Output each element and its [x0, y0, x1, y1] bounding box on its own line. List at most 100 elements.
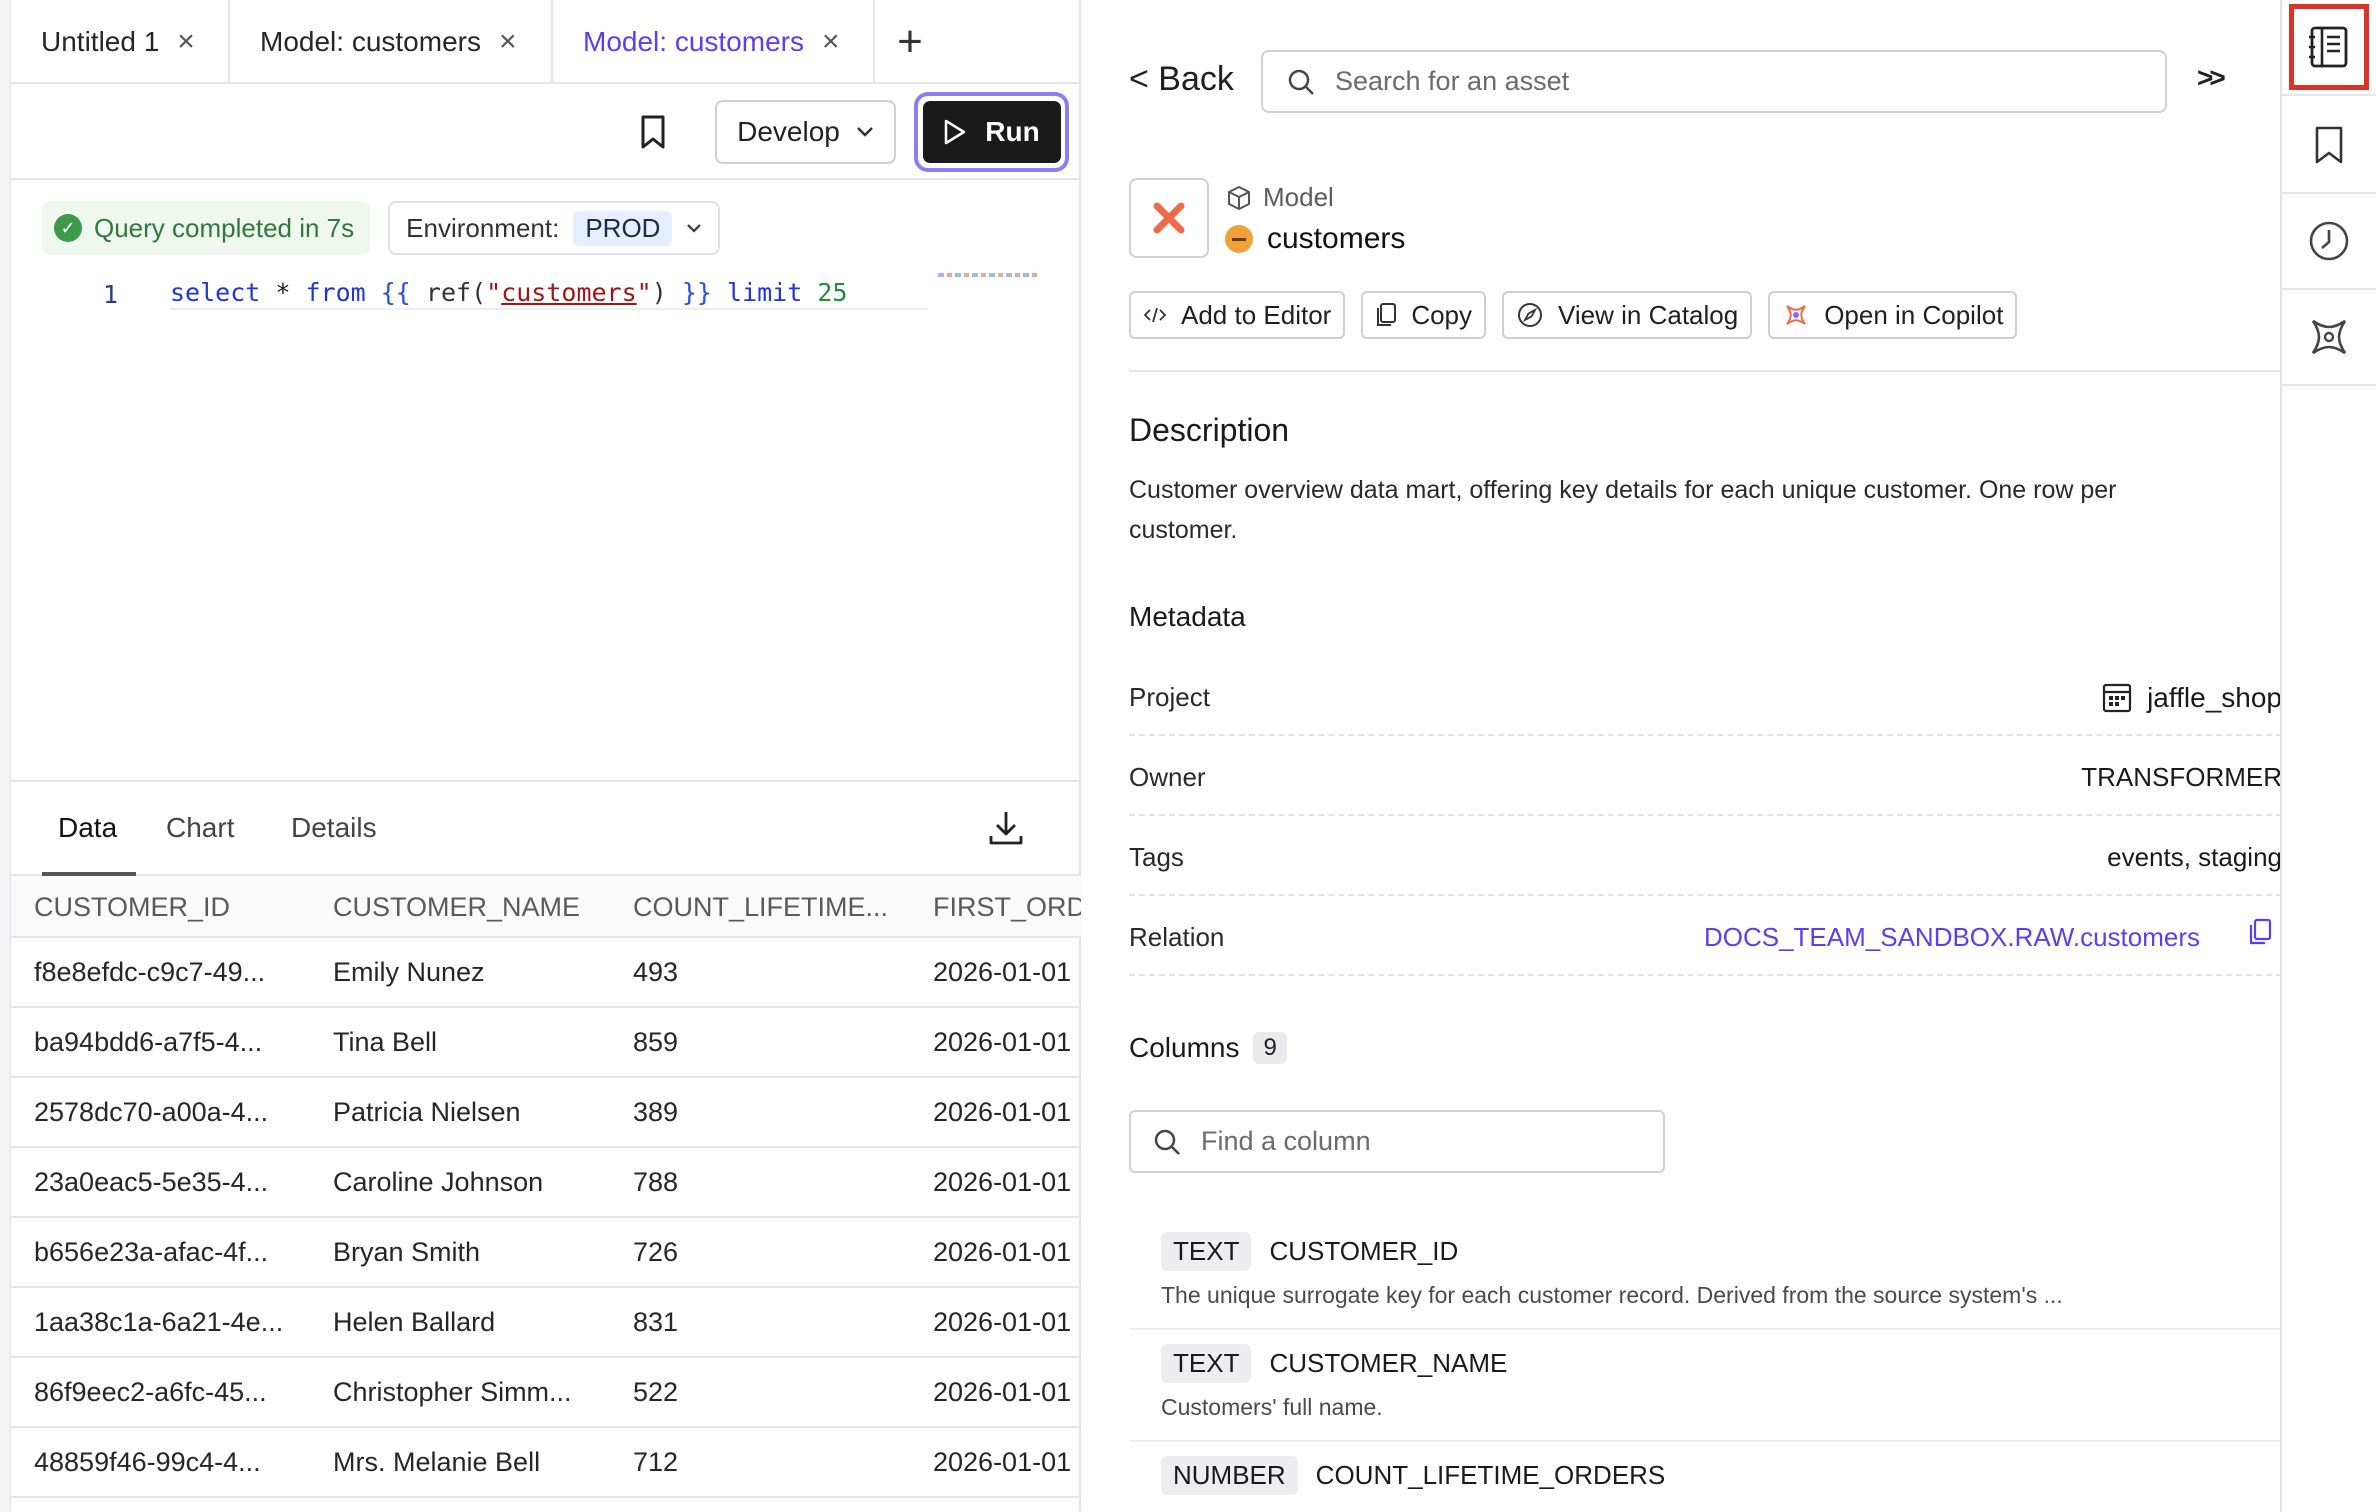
- table-row[interactable]: 2578dc70-a00a-4... Patricia Nielsen 389 …: [11, 1078, 1081, 1148]
- table-cell: 2026-01-01: [933, 1447, 1072, 1477]
- table-cell: Tina Bell: [333, 1027, 438, 1057]
- open-in-copilot-button[interactable]: Open in Copilot: [1768, 291, 2018, 339]
- code-icon: [1143, 307, 1167, 323]
- copy-button[interactable]: Copy: [1361, 291, 1487, 339]
- table-cell: ba94bdd6-a7f5-4...: [34, 1027, 263, 1057]
- close-icon[interactable]: ×: [177, 27, 195, 57]
- table-row[interactable]: f8e8efdc-c9c7-49... Emily Nunez 493 2026…: [11, 938, 1081, 1008]
- environment-label: Environment:: [406, 212, 560, 243]
- bookmark-icon: [641, 115, 665, 149]
- column-search-input[interactable]: Find a column: [1129, 1110, 1665, 1173]
- table-cell: 788: [633, 1167, 679, 1197]
- table-cell: b656e23a-afac-4f...: [34, 1237, 269, 1267]
- tab-model-customers[interactable]: Model: customers ×: [230, 0, 553, 84]
- history-panel-button[interactable]: [2282, 194, 2376, 290]
- add-tab-button[interactable]: +: [875, 0, 945, 84]
- table-cell: 2026-01-01: [933, 1167, 1072, 1197]
- relation-link[interactable]: DOCS_TEAM_SANDBOX.RAW.customers: [1704, 922, 2200, 953]
- table-cell: Christopher Simm...: [333, 1377, 572, 1407]
- metadata-row-project: Project jaffle_shop: [1129, 656, 2282, 736]
- table-row[interactable]: 1aa38c1a-6a21-4e... Helen Ballard 831 20…: [11, 1288, 1081, 1358]
- table-cell: Mrs. Melanie Bell: [333, 1447, 541, 1477]
- metadata-row-owner: Owner TRANSFORMER: [1129, 736, 2282, 816]
- metadata-key: Project: [1129, 682, 1210, 712]
- catalog-icon: [2309, 26, 2348, 68]
- copilot-icon: [2311, 319, 2347, 355]
- run-button[interactable]: Run: [918, 96, 1065, 168]
- table-cell: 2026-01-01: [933, 1027, 1072, 1057]
- metadata-key: Relation: [1129, 922, 1225, 952]
- check-circle-icon: ✓: [54, 214, 82, 242]
- tab-data[interactable]: Data: [58, 812, 117, 844]
- asset-type-label: Model: [1263, 182, 1334, 212]
- columns-heading: Columns 9: [1129, 1032, 1287, 1064]
- run-label: Run: [985, 116, 1040, 147]
- table-cell: Helen Ballard: [333, 1307, 496, 1337]
- table-cell: 23a0eac5-5e35-4...: [34, 1167, 269, 1197]
- table-row[interactable]: 86f9eec2-a6fc-45... Christopher Simm... …: [11, 1358, 1081, 1428]
- editor-minimap[interactable]: [938, 273, 1038, 277]
- chevron-down-icon: [687, 224, 702, 233]
- dbt-logo-icon: [1153, 202, 1185, 234]
- catalog-detail-pane: < Back Search for an asset >> Model cust…: [1083, 0, 2282, 1512]
- tab-chart[interactable]: Chart: [166, 812, 234, 844]
- plus-icon: +: [897, 17, 923, 66]
- table-cell: 2578dc70-a00a-4...: [34, 1097, 269, 1127]
- table-cell: 522: [633, 1377, 679, 1407]
- code-line[interactable]: select * from {{ ref("customers") }} lim…: [170, 276, 928, 310]
- table-cell: Caroline Johnson: [333, 1167, 544, 1197]
- column-header[interactable]: CUSTOMER_NAME: [333, 876, 623, 936]
- project-icon: [2102, 683, 2132, 713]
- table-cell: 2026-01-01: [933, 1377, 1072, 1407]
- highlight-box: [2289, 4, 2369, 90]
- view-in-catalog-button[interactable]: View in Catalog: [1502, 291, 1753, 339]
- left-edge-gutter: [0, 0, 11, 1512]
- table-row[interactable]: 48859f46-99c4-4... Mrs. Melanie Bell 712…: [11, 1428, 1081, 1498]
- table-cell: f8e8efdc-c9c7-49...: [34, 957, 266, 987]
- code-editor[interactable]: 1 select * from {{ ref("customers") }} l…: [11, 270, 1079, 780]
- close-icon[interactable]: ×: [499, 27, 517, 57]
- table-row[interactable]: 23a0eac5-5e35-4... Caroline Johnson 788 …: [11, 1148, 1081, 1218]
- column-name: CUSTOMER_NAME: [1269, 1348, 1508, 1378]
- cube-icon: [1228, 185, 1250, 210]
- bookmark-button[interactable]: [631, 108, 675, 156]
- catalog-panel-button[interactable]: [2282, 0, 2376, 96]
- environment-value: PROD: [573, 210, 673, 246]
- column-header[interactable]: CUSTOMER_ID: [34, 876, 324, 936]
- history-icon: [2309, 221, 2349, 261]
- search-icon: [1154, 1129, 1180, 1155]
- table-cell: 831: [633, 1307, 679, 1337]
- table-row[interactable]: ba94bdd6-a7f5-4... Tina Bell 859 2026-01…: [11, 1008, 1081, 1078]
- column-type-badge: NUMBER: [1161, 1456, 1298, 1495]
- table-cell: 389: [633, 1097, 679, 1127]
- column-search-placeholder: Find a column: [1201, 1126, 1371, 1156]
- asset-search-input[interactable]: Search for an asset: [1261, 50, 2167, 113]
- back-button[interactable]: < Back: [1129, 60, 1234, 99]
- copy-relation-button[interactable]: [2248, 918, 2272, 953]
- develop-dropdown[interactable]: Develop: [715, 100, 896, 164]
- environment-select[interactable]: Environment: PROD: [388, 201, 721, 255]
- close-icon[interactable]: ×: [822, 27, 840, 57]
- table-cell: Emily Nunez: [333, 957, 485, 987]
- column-header[interactable]: FIRST_ORDI: [933, 876, 1081, 936]
- bookmarks-panel-button[interactable]: [2282, 98, 2376, 194]
- column-description: The unique surrogate key for each custom…: [1161, 1282, 2063, 1308]
- bookmark-icon: [2315, 126, 2343, 164]
- download-button[interactable]: [986, 808, 1026, 848]
- tab-untitled-1[interactable]: Untitled 1 ×: [11, 0, 230, 84]
- tab-model-customers-active[interactable]: Model: customers ×: [553, 0, 875, 84]
- copy-icon: [1377, 303, 1397, 326]
- metadata-row-tags: Tags events, staging: [1129, 816, 2282, 896]
- tab-details[interactable]: Details: [291, 812, 377, 844]
- add-to-editor-button[interactable]: Add to Editor: [1129, 291, 1346, 339]
- metadata-key: Owner: [1129, 762, 1206, 792]
- results-table: CUSTOMER_ID CUSTOMER_NAME COUNT_LIFETIME…: [11, 876, 1081, 1498]
- copy-label: Copy: [1411, 299, 1473, 330]
- table-cell: 712: [633, 1447, 679, 1477]
- copilot-panel-button[interactable]: [2282, 290, 2376, 386]
- table-row[interactable]: b656e23a-afac-4f... Bryan Smith 726 2026…: [11, 1218, 1081, 1288]
- column-header[interactable]: COUNT_LIFETIME...: [633, 876, 913, 936]
- collapse-panel-button[interactable]: >>: [2197, 62, 2226, 94]
- columns-count-badge: 9: [1253, 1032, 1287, 1064]
- table-cell: Bryan Smith: [333, 1237, 481, 1267]
